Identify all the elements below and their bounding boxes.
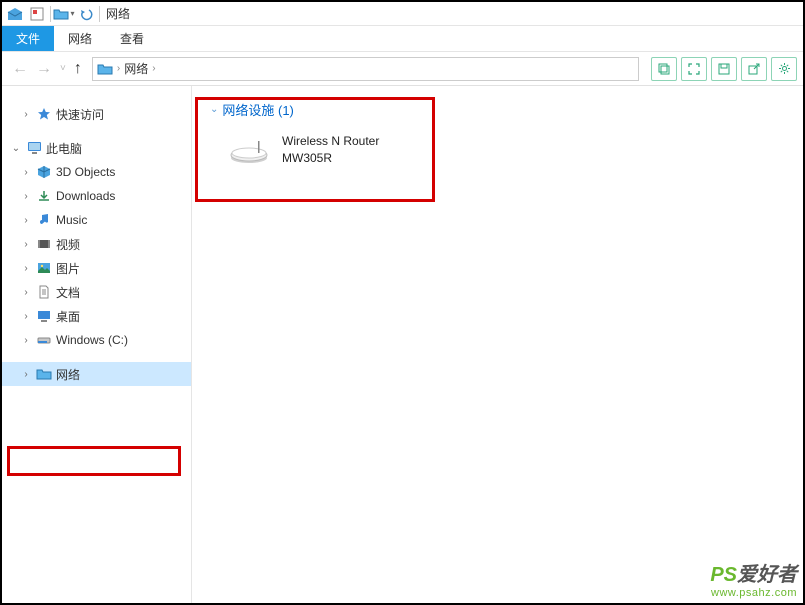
sidebar-item-label: 桌面 <box>56 308 80 325</box>
separator <box>99 6 100 22</box>
sidebar-item-label: 视频 <box>56 236 80 253</box>
sidebar-item-label: 文档 <box>56 284 80 301</box>
app-icon[interactable] <box>4 3 26 25</box>
chevron-down-icon: ⌄ <box>210 104 218 115</box>
sidebar-quick-access[interactable]: › 快速访问 <box>2 102 191 126</box>
drive-icon <box>36 332 52 348</box>
navigation-bar: ← → ˅ ↑ › 网络 › <box>2 52 803 86</box>
sidebar-item-label: 网络 <box>56 366 80 383</box>
expand-icon[interactable]: › <box>20 287 32 298</box>
expand-icon[interactable]: › <box>20 239 32 250</box>
expand-icon[interactable]: › <box>20 191 32 202</box>
tab-view[interactable]: 查看 <box>106 26 158 51</box>
device-name-line1: Wireless N Router <box>282 133 379 150</box>
sidebar-item-3d-objects[interactable]: › 3D Objects <box>2 160 191 184</box>
music-icon <box>36 212 52 228</box>
title-bar: ▾ 网络 <box>2 2 803 26</box>
back-arrow-icon[interactable]: ← <box>12 60 28 78</box>
qat-folder-icon[interactable]: ▾ <box>53 3 75 25</box>
share-icon[interactable] <box>741 57 767 81</box>
expand-icon[interactable]: › <box>20 335 32 346</box>
network-folder-icon <box>36 366 52 382</box>
watermark-text: 爱好者 <box>737 564 797 586</box>
address-bar[interactable]: › 网络 › <box>92 57 639 81</box>
sidebar-item-desktop[interactable]: › 桌面 <box>2 304 191 328</box>
star-icon <box>36 106 52 122</box>
folder-icon <box>97 62 113 76</box>
device-name-line2: MW305R <box>282 150 379 167</box>
device-label: Wireless N Router MW305R <box>282 133 379 167</box>
sidebar-item-downloads[interactable]: › Downloads <box>2 184 191 208</box>
sidebar-item-label: 此电脑 <box>46 140 82 157</box>
content-pane: ⌄ 网络设施 (1) Wireless N Router MW305R <box>192 86 803 603</box>
sidebar-item-label: Downloads <box>56 189 115 203</box>
body: › 快速访问 ⌄ 此电脑 › 3D Objects › Downloads › … <box>2 86 803 603</box>
sidebar-item-documents[interactable]: › 文档 <box>2 280 191 304</box>
desktop-icon <box>36 308 52 324</box>
expand-icon[interactable]: › <box>20 215 32 226</box>
window-title: 网络 <box>106 5 130 22</box>
router-icon <box>228 135 270 165</box>
up-arrow-icon[interactable]: ↑ <box>74 60 82 78</box>
expand-icon[interactable]: › <box>20 167 32 178</box>
sidebar-item-label: Windows (C:) <box>56 333 128 347</box>
sidebar-item-network[interactable]: › 网络 <box>2 362 191 386</box>
group-header[interactable]: ⌄ 网络设施 (1) <box>210 100 785 119</box>
dropdown-icon: ▾ <box>70 9 74 18</box>
history-dropdown-icon[interactable]: ˅ <box>60 63 66 74</box>
gear-icon[interactable] <box>771 57 797 81</box>
qat-properties-icon[interactable] <box>26 3 48 25</box>
expand-icon[interactable] <box>681 57 707 81</box>
document-icon <box>36 284 52 300</box>
sidebar-this-pc[interactable]: ⌄ 此电脑 <box>2 136 191 160</box>
cube-icon <box>36 164 52 180</box>
tab-file[interactable]: 文件 <box>2 26 54 51</box>
breadcrumb-item[interactable]: 网络 <box>124 60 148 77</box>
sidebar-item-pictures[interactable]: › 图片 <box>2 256 191 280</box>
expand-icon[interactable]: › <box>20 263 32 274</box>
undo-icon[interactable] <box>75 3 97 25</box>
monitor-icon <box>26 140 42 156</box>
forward-arrow-icon[interactable]: → <box>36 60 52 78</box>
save-icon[interactable] <box>711 57 737 81</box>
tab-network[interactable]: 网络 <box>54 26 106 51</box>
watermark: PS爱好者 www.psahz.com <box>710 558 797 599</box>
sidebar-item-drive-c[interactable]: › Windows (C:) <box>2 328 191 352</box>
sidebar-item-music[interactable]: › Music <box>2 208 191 232</box>
sidebar-item-label: 图片 <box>56 260 80 277</box>
sidebar-item-label: Music <box>56 213 87 227</box>
group-header-label: 网络设施 (1) <box>222 100 294 119</box>
copy-icon[interactable] <box>651 57 677 81</box>
watermark-brand: PS <box>710 564 737 586</box>
device-item[interactable]: Wireless N Router MW305R <box>210 129 785 175</box>
separator <box>50 6 51 22</box>
download-icon <box>36 188 52 204</box>
picture-icon <box>36 260 52 276</box>
watermark-url: www.psahz.com <box>710 587 797 599</box>
ribbon-tabs: 文件 网络 查看 <box>2 26 803 52</box>
nav-arrows: ← → ˅ ↑ <box>8 60 86 78</box>
toolbar-right <box>651 57 797 81</box>
expand-icon[interactable]: › <box>20 109 32 120</box>
chevron-right-icon: › <box>152 63 155 74</box>
video-icon <box>36 236 52 252</box>
chevron-right-icon: › <box>117 63 120 74</box>
expand-icon[interactable]: › <box>20 311 32 322</box>
sidebar-item-label: 3D Objects <box>56 165 115 179</box>
sidebar-item-label: 快速访问 <box>56 106 104 123</box>
sidebar-item-videos[interactable]: › 视频 <box>2 232 191 256</box>
sidebar: › 快速访问 ⌄ 此电脑 › 3D Objects › Downloads › … <box>2 86 192 603</box>
expand-icon[interactable]: › <box>20 369 32 380</box>
collapse-icon[interactable]: ⌄ <box>10 143 22 154</box>
